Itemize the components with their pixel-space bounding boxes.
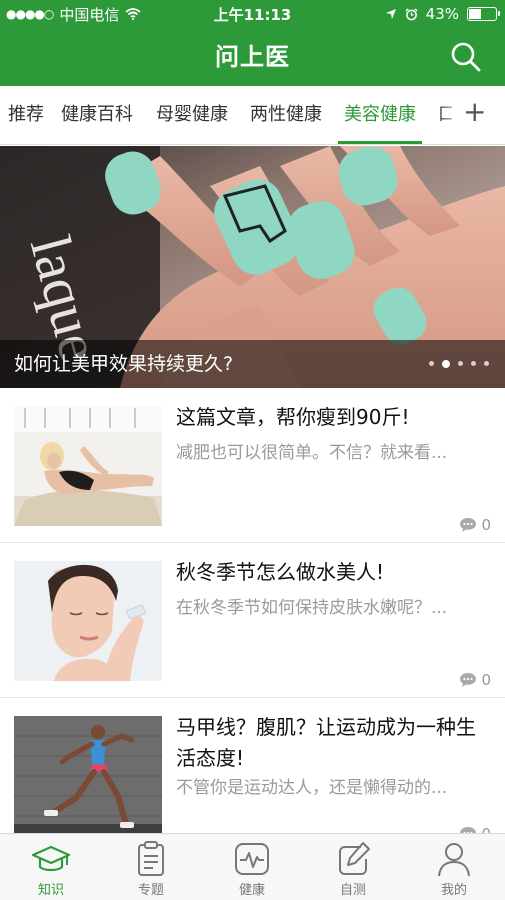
article-item[interactable]: 秋冬季节怎么做水美人! 在秋冬季节如何保持皮肤水嫩呢？... 0 xyxy=(0,543,505,698)
battery-icon xyxy=(467,7,500,21)
article-item[interactable]: 马甲线？腹肌？让运动成为一种生活态度! 不管你是运动达人，还是懒得动的... 0 xyxy=(0,698,505,843)
tab-beauty-health[interactable]: 美容健康 xyxy=(338,86,422,144)
article-description: 在秋冬季节如何保持皮肤水嫩呢？... xyxy=(176,598,448,618)
page-dot xyxy=(458,361,463,366)
status-bar: ●●●●○ 中国电信 上午11:13 43% xyxy=(0,0,505,28)
comment-count-value: 0 xyxy=(481,671,491,689)
comment-count: 0 xyxy=(459,671,491,689)
status-right: 43% xyxy=(385,5,500,23)
graduation-cap-icon xyxy=(31,845,71,872)
tab-sexual-health[interactable]: 两性健康 xyxy=(250,86,322,144)
heartbeat-icon xyxy=(235,843,269,875)
tabbar-label: 专题 xyxy=(137,883,164,898)
article-description: 不管你是运动达人，还是懒得动的... xyxy=(176,778,448,798)
person-icon xyxy=(438,843,470,877)
tab-health-wiki[interactable]: 健康百科 xyxy=(61,86,133,144)
comment-count-value: 0 xyxy=(481,516,491,534)
banner-caption: 如何让美甲效果持续更久? xyxy=(0,340,505,388)
location-icon xyxy=(385,9,396,19)
search-icon xyxy=(451,42,481,72)
nav-bar: 问上医 xyxy=(0,28,505,86)
article-title: 这篇文章，帮你瘦到90斤! xyxy=(176,405,410,429)
tabbar-label: 健康 xyxy=(238,883,265,898)
add-tab-icon[interactable]: + xyxy=(463,98,486,126)
battery-percent: 43% xyxy=(425,5,459,23)
page-dot xyxy=(471,361,476,366)
app-title: 问上医 xyxy=(215,43,290,71)
banner-carousel[interactable]: laque 如何让美甲效果持续更久? xyxy=(0,146,505,388)
article-thumbnail xyxy=(14,561,162,681)
clipboard-icon xyxy=(138,841,164,876)
tab-mother-baby[interactable]: 母婴健康 xyxy=(156,86,228,144)
tabbar-label: 自测 xyxy=(339,883,366,898)
category-tabs: 推荐 健康百科 母婴健康 两性健康 美容健康 口 + xyxy=(0,86,505,145)
tabbar-self-test[interactable]: 自测 xyxy=(313,834,393,900)
tabbar-topics[interactable]: 专题 xyxy=(111,834,191,900)
comment-count: 0 xyxy=(459,516,491,534)
article-title: 马甲线？腹肌？让运动成为一种生活态度! xyxy=(176,715,476,770)
article-title: 秋冬季节怎么做水美人! xyxy=(176,560,385,584)
page-dot xyxy=(484,361,489,366)
bottom-tab-bar: 知识 专题 健康 自测 我的 xyxy=(0,833,505,900)
tabbar-profile[interactable]: 我的 xyxy=(414,834,494,900)
comment-icon xyxy=(460,518,477,532)
article-thumbnail xyxy=(14,716,162,836)
edit-icon xyxy=(339,842,370,875)
comment-icon xyxy=(460,673,477,687)
tabbar-label: 我的 xyxy=(440,883,467,898)
banner-page-indicator xyxy=(429,360,489,368)
banner-title: 如何让美甲效果持续更久? xyxy=(14,353,234,375)
tabbar-health[interactable]: 健康 xyxy=(212,834,292,900)
tabbar-label: 知识 xyxy=(37,883,64,898)
article-item[interactable]: 这篇文章，帮你瘦到90斤! 减肥也可以很简单。不信？就来看... 0 xyxy=(0,388,505,543)
tab-recommend[interactable]: 推荐 xyxy=(8,86,44,144)
article-description: 减肥也可以很简单。不信？就来看... xyxy=(176,443,448,463)
page-dot-active xyxy=(442,360,450,368)
page-dot xyxy=(429,361,434,366)
tabbar-knowledge[interactable]: 知识 xyxy=(11,834,91,900)
article-thumbnail xyxy=(14,406,162,526)
alarm-icon xyxy=(405,7,418,20)
search-button[interactable] xyxy=(447,38,485,76)
